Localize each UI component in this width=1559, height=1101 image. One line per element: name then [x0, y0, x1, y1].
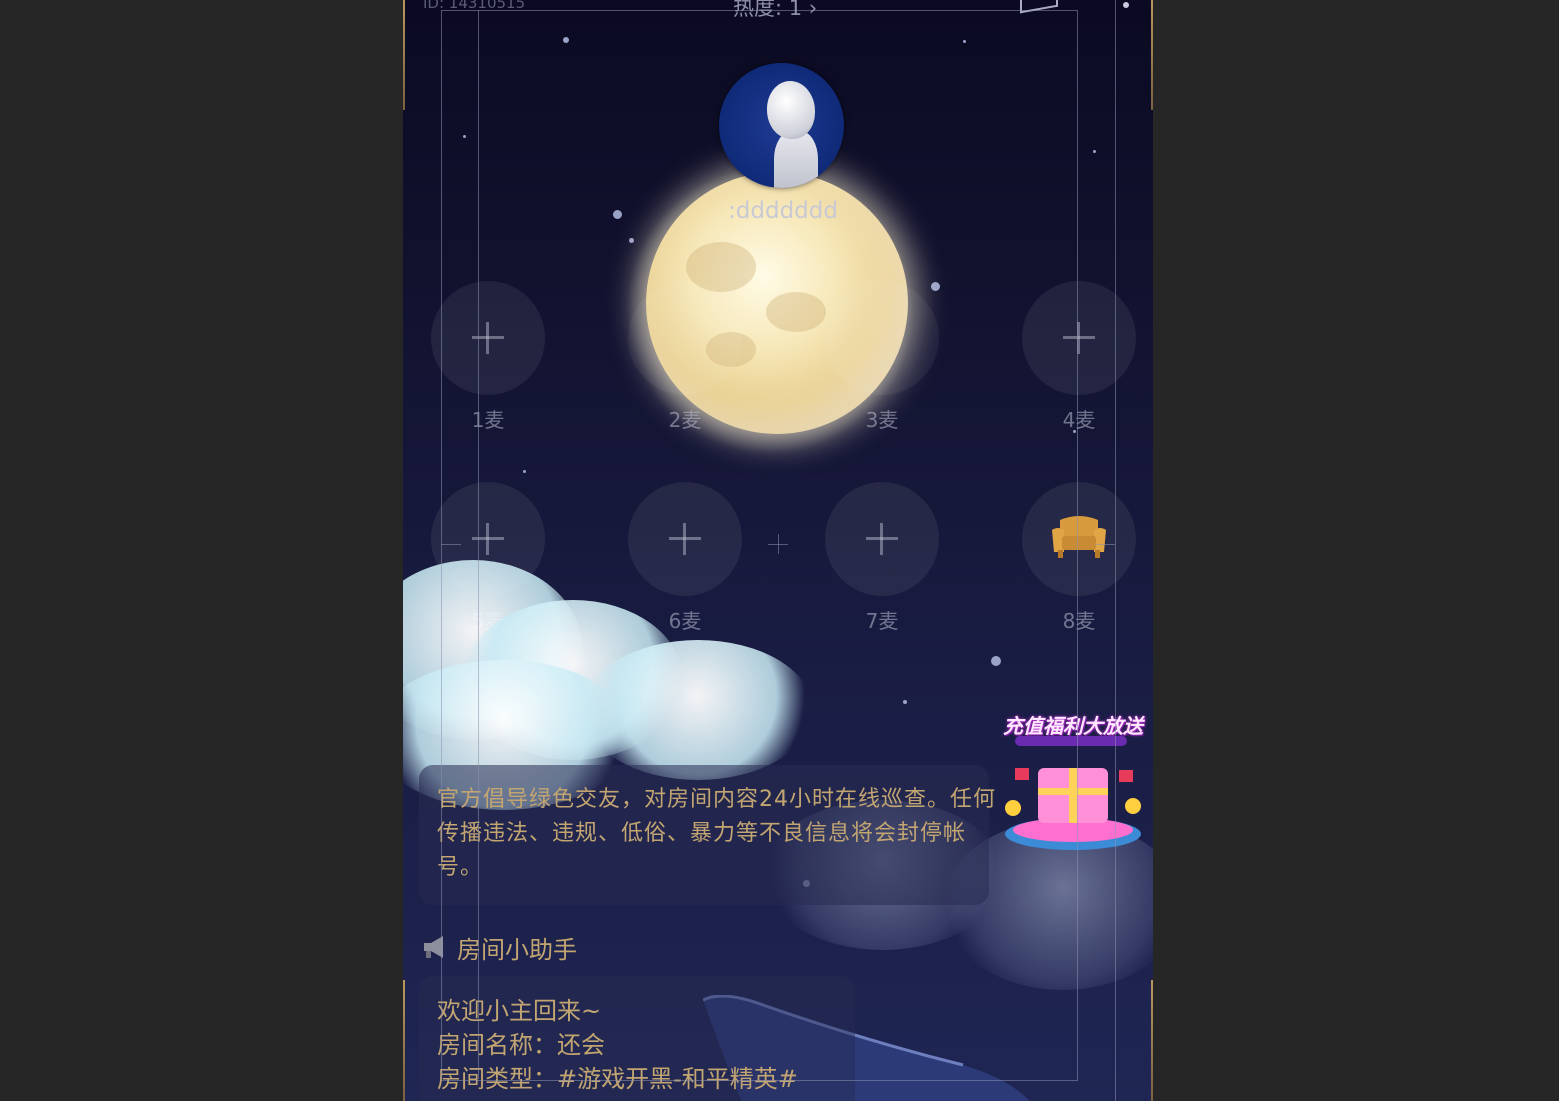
- frame-edge-right-bottom: [1151, 980, 1153, 1101]
- star: [523, 470, 526, 473]
- gift-box-icon: [1005, 768, 1141, 850]
- moon-crater: [766, 292, 826, 332]
- avatar-bust-head: [767, 81, 815, 139]
- room-type-line: 房间类型：#游戏开黑-和平精英#: [437, 1065, 798, 1093]
- mic-seat-6[interactable]: [628, 482, 742, 596]
- more-icon[interactable]: [1123, 2, 1129, 8]
- voice-room-screen: ID: 14310515 热度: 1 › :ddddddd 1麦 2麦 3麦 4…: [403, 0, 1153, 1101]
- canvas: ID: 14310515 热度: 1 › :ddddddd 1麦 2麦 3麦 4…: [0, 0, 1559, 1101]
- star: [903, 700, 907, 704]
- host-name: :ddddddd: [728, 198, 838, 224]
- megaphone-icon: [424, 936, 443, 958]
- seat-label: 2麦: [668, 408, 702, 432]
- star: [563, 37, 569, 43]
- mic-seat-4[interactable]: [1022, 281, 1136, 395]
- promo-title: 充值福利大放送: [1003, 714, 1143, 738]
- mic-seat-8[interactable]: [1022, 482, 1136, 596]
- avatar-bust: [774, 131, 818, 188]
- star: [613, 210, 622, 219]
- welcome-message: 欢迎小主回来~ 房间名称：还会 房间类型：#游戏开黑-和平精英#: [437, 994, 857, 1096]
- seat-label: 8麦: [1062, 609, 1096, 633]
- notice-text: 官方倡导绿色交友，对房间内容24小时在线巡查。任何传播违法、违规、低俗、暴力等不…: [437, 787, 996, 880]
- mic-seat-7[interactable]: [825, 482, 939, 596]
- seat-label: 3麦: [865, 408, 899, 432]
- heat-button[interactable]: 热度: 1 ›: [733, 0, 817, 22]
- plus-icon: [683, 523, 686, 555]
- seat-label: 4麦: [1062, 408, 1096, 432]
- star: [931, 282, 940, 291]
- frame-edge-left: [403, 0, 405, 110]
- mic-seat-1[interactable]: [431, 281, 545, 395]
- star: [1093, 150, 1096, 153]
- frame-edge-right: [1151, 0, 1153, 110]
- plus-icon: [880, 523, 883, 555]
- star: [463, 135, 466, 138]
- star: [629, 238, 634, 243]
- mic-seat-3[interactable]: [825, 281, 939, 395]
- sofa-icon: [1052, 516, 1106, 558]
- share-icon[interactable]: [1020, 0, 1058, 14]
- promo-banner[interactable]: 充值福利大放送: [993, 706, 1153, 856]
- star: [991, 656, 1001, 666]
- room-name-line: 房间名称：还会: [437, 1031, 605, 1059]
- host-avatar[interactable]: [719, 63, 844, 188]
- plus-icon: [1077, 322, 1080, 354]
- assistant-title: 房间小助手: [457, 936, 577, 964]
- star: [963, 40, 966, 43]
- promo-date-strip: [1015, 736, 1127, 746]
- frame-edge-left-bottom: [403, 980, 405, 1101]
- seat-label: 1麦: [471, 408, 505, 432]
- plus-icon: [486, 322, 489, 354]
- seat-label: 7麦: [865, 609, 899, 633]
- welcome-line: 欢迎小主回来~: [437, 997, 602, 1025]
- room-id: ID: 14310515: [423, 0, 526, 12]
- plus-icon: [486, 523, 489, 555]
- mic-seat-2[interactable]: [628, 281, 742, 395]
